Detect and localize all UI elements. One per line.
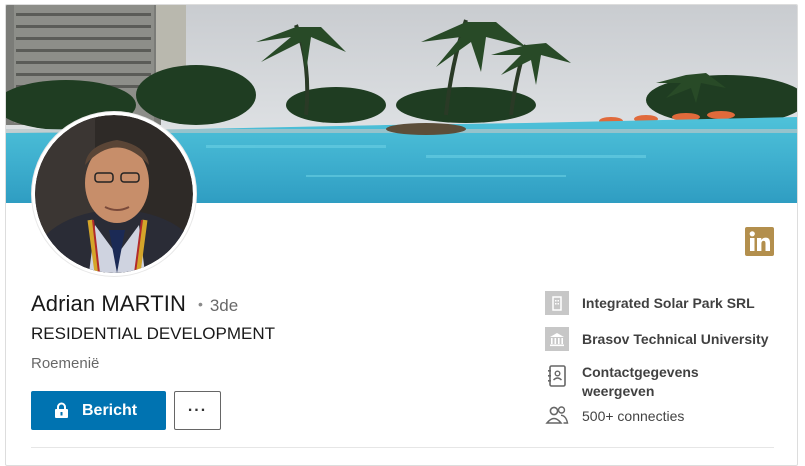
profile-name-row: Adrian MARTIN • 3de [31, 291, 238, 317]
profile-avatar[interactable] [32, 112, 196, 276]
school-name: Brasov Technical University [582, 331, 769, 347]
sidebar-item-school[interactable]: Brasov Technical University [545, 327, 768, 351]
people-icon [545, 406, 569, 424]
profile-name: Adrian MARTIN [31, 291, 186, 316]
message-button[interactable]: Bericht [31, 391, 166, 430]
school-icon [545, 327, 569, 351]
contact-info-link[interactable]: Contactgegevens weergeven [582, 363, 699, 401]
message-button-label: Bericht [82, 401, 138, 419]
sidebar-item-connections[interactable]: 500+ connecties [545, 403, 684, 427]
company-icon [545, 291, 569, 315]
lock-icon [55, 402, 68, 418]
profile-photo [35, 115, 193, 273]
profile-headline: RESIDENTIAL DEVELOPMENT [31, 324, 276, 343]
separator-dot: • [197, 296, 203, 312]
profile-card: Adrian MARTIN • 3de RESIDENTIAL DEVELOPM… [5, 4, 798, 466]
sidebar-item-contact-info[interactable]: Contactgegevens weergeven [545, 361, 699, 401]
more-dots-icon: ... [187, 397, 208, 415]
contact-info-line-1: Contactgegevens [582, 364, 699, 380]
section-divider [31, 447, 774, 448]
sidebar-item-company[interactable]: Integrated Solar Park SRL [545, 291, 755, 315]
connection-degree: 3de [209, 296, 239, 315]
linkedin-logo-icon [745, 227, 774, 256]
profile-location: Roemenië [31, 355, 100, 372]
contact-book-icon [548, 365, 566, 387]
contact-info-line-2: weergeven [582, 383, 655, 399]
company-name: Integrated Solar Park SRL [582, 295, 755, 311]
more-actions-button[interactable]: ... [174, 391, 221, 430]
connections-count: 500+ connecties [582, 408, 685, 424]
